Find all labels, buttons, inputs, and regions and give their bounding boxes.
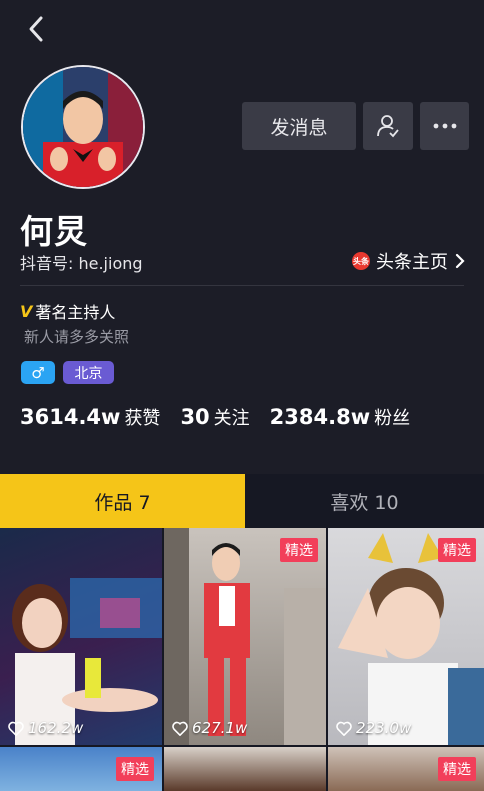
- following-label[interactable]: 关注: [214, 404, 250, 430]
- following-count[interactable]: 30: [180, 405, 209, 429]
- like-count: 162.2w: [8, 719, 83, 737]
- send-message-label: 发消息: [270, 116, 328, 139]
- video-tile[interactable]: 精选: [328, 747, 484, 791]
- verification-text: 著名主持人: [35, 303, 116, 322]
- follow-button[interactable]: [363, 102, 413, 150]
- fans-label[interactable]: 粉丝: [374, 404, 410, 430]
- profile-name: 何炅: [20, 212, 88, 251]
- send-message-button[interactable]: 发消息: [242, 102, 356, 150]
- likes-label: 获赞: [124, 408, 161, 429]
- tab-likes[interactable]: 喜欢 10: [245, 474, 484, 528]
- video-thumbnail: [12, 578, 162, 745]
- bio: 新人请多多关照: [24, 328, 130, 346]
- toutiao-logo-icon: 头条: [352, 252, 370, 270]
- like-count-text: 162.2w: [28, 719, 84, 737]
- chevron-right-icon: [455, 253, 465, 269]
- heart-icon: [336, 721, 352, 736]
- likes-count: 3614.4w: [20, 405, 121, 429]
- tab-works[interactable]: 作品 7: [0, 474, 245, 528]
- like-count-text: 627.1w: [192, 719, 248, 737]
- verified-icon: V: [20, 301, 33, 321]
- back-button[interactable]: [22, 14, 52, 44]
- avatar-image: [23, 67, 143, 187]
- fans-count[interactable]: 2384.8w: [270, 405, 370, 429]
- video-tile[interactable]: [164, 747, 326, 791]
- city-tag: 北京: [63, 361, 114, 384]
- like-count: 223.0w: [336, 719, 411, 737]
- douyin-id: 抖音号: he.jiong: [20, 254, 143, 273]
- video-grid: 162.2w 精选 627.1w 精选 223.0w 精选 精选: [0, 528, 484, 791]
- like-count-text: 223.0w: [356, 719, 412, 737]
- like-count: 627.1w: [172, 719, 247, 737]
- heart-icon: [172, 721, 188, 736]
- video-tile[interactable]: 162.2w: [0, 528, 162, 745]
- gender-tag: ♂: [21, 361, 55, 384]
- heart-icon: [8, 721, 24, 736]
- toutiao-homepage-link[interactable]: 头条 头条主页: [352, 248, 466, 274]
- profile-page: 发消息 何炅 抖音号: he.jiong 头条 头条主页 V 著名主持人 新人请…: [0, 0, 484, 791]
- verification-info: V 著名主持人: [20, 299, 115, 323]
- chevron-left-icon: [29, 16, 43, 42]
- featured-badge: 精选: [438, 538, 476, 562]
- video-tile[interactable]: 精选 223.0w: [328, 528, 484, 745]
- avatar[interactable]: [21, 65, 145, 189]
- featured-badge: 精选: [116, 757, 154, 781]
- video-tile[interactable]: 精选: [0, 747, 162, 791]
- featured-badge: 精选: [438, 757, 476, 781]
- more-dots-icon: [433, 123, 456, 129]
- divider: [20, 285, 464, 286]
- video-tile[interactable]: 精选 627.1w: [164, 528, 326, 745]
- more-button[interactable]: [420, 102, 469, 150]
- content-tabs: 作品 7 喜欢 10: [0, 474, 484, 528]
- user-check-icon: [377, 115, 399, 138]
- featured-badge: 精选: [280, 538, 318, 562]
- toutiao-label: 头条主页: [376, 252, 448, 273]
- stats-bar: 3614.4w 获赞 30 关注 2384.8w 粉丝: [20, 404, 430, 430]
